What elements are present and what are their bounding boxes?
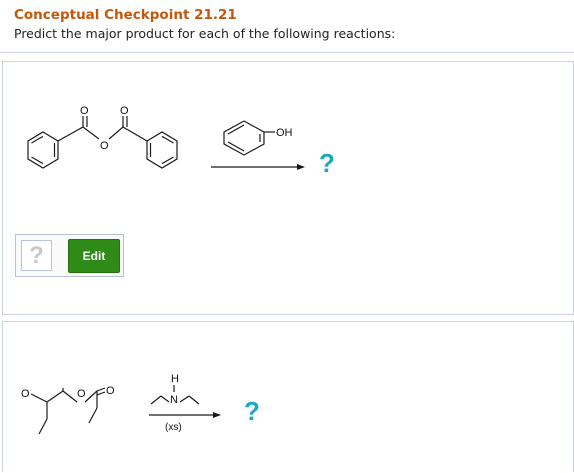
- question-mark-icon[interactable]: ?: [21, 240, 52, 271]
- right-benzene-ring: [146, 131, 178, 169]
- reaction-1-arrow: [211, 164, 305, 170]
- carbonyl-o-1-label: O: [80, 105, 89, 117]
- anhydride-carbonyl-o-1-label: O: [21, 388, 30, 400]
- reaction-2-arrow: [149, 412, 221, 418]
- question-title: Conceptual Checkpoint 21.21: [14, 7, 237, 23]
- anhydride-carbonyl-o-2-label: O: [106, 385, 115, 397]
- question-prompt: Predict the major product for each of th…: [14, 26, 396, 41]
- answer-box: ? Edit: [15, 234, 124, 277]
- question-header: Conceptual Checkpoint 21.21 Predict the …: [0, 0, 574, 53]
- anhydride-chain: [57, 116, 148, 142]
- reaction-2-panel: O O O H N (xs) ?: [2, 321, 574, 472]
- propanoic-anhydride: [30, 387, 106, 435]
- left-benzene-ring: [27, 131, 59, 169]
- reaction-2-scheme: O O O H N (xs) ?: [21, 373, 260, 435]
- anhydride-bridging-o-label: O: [77, 388, 86, 400]
- hydroxyl-label: OH: [276, 127, 293, 139]
- amine-h-label: H: [171, 373, 179, 385]
- reaction-1-panel: O O O OH ? ? Edit: [2, 61, 574, 315]
- edit-button[interactable]: Edit: [68, 239, 120, 273]
- bridging-o-label: O: [100, 140, 109, 152]
- reaction-2-product-question-mark: ?: [244, 396, 260, 426]
- excess-note: (xs): [165, 422, 182, 433]
- amine-n-label: N: [170, 394, 178, 406]
- carbonyl-o-2-label: O: [120, 105, 129, 117]
- reaction-1-product-question-mark: ?: [319, 148, 335, 178]
- phenol-reagent: [223, 120, 275, 156]
